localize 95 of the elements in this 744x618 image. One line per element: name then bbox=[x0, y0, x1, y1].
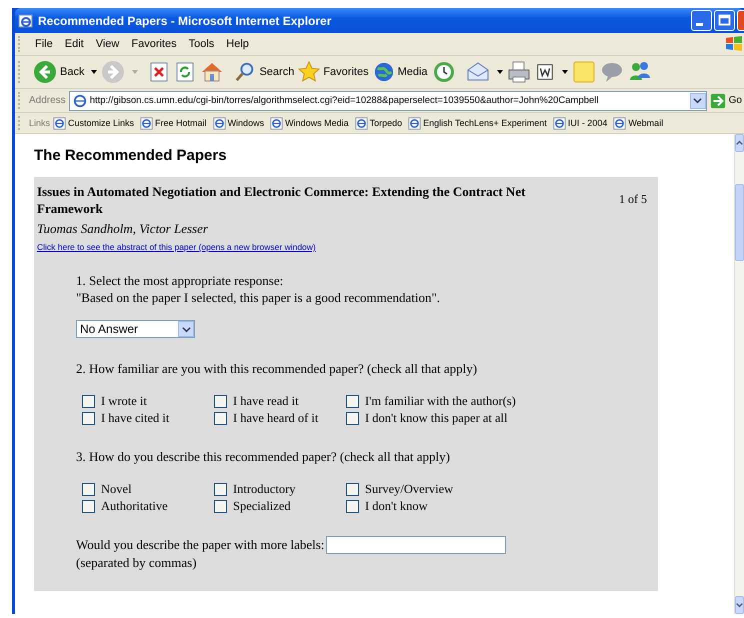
question-text: "Based on the paper I selected, this paper is a good recommendation". bbox=[76, 289, 442, 306]
document-icon bbox=[534, 62, 555, 82]
edit-button[interactable] bbox=[534, 62, 568, 82]
globe-icon bbox=[372, 61, 395, 83]
browser-icon bbox=[18, 12, 34, 28]
caret-icon bbox=[496, 70, 503, 74]
paper-title: Issues in Automated Negotiation and Electronic Commerce: Extending the Contract Net Framework bbox=[37, 183, 526, 217]
minimize-icon bbox=[696, 23, 702, 26]
links-label: Links bbox=[29, 118, 50, 128]
abstract-link[interactable]: Click here to see the abstract of this paper (opens a new browser window) bbox=[37, 242, 316, 252]
page-icon bbox=[270, 116, 284, 130]
link-item[interactable]: IUI - 2004 bbox=[552, 116, 608, 130]
page-icon bbox=[72, 94, 87, 108]
page-icon bbox=[613, 116, 626, 130]
checkbox[interactable] bbox=[346, 412, 359, 425]
address-label: Address bbox=[29, 95, 66, 106]
page-icon bbox=[408, 116, 422, 130]
checkbox[interactable] bbox=[346, 483, 359, 496]
media-button[interactable]: Media bbox=[372, 61, 428, 83]
checkbox[interactable] bbox=[82, 483, 95, 496]
checkbox[interactable] bbox=[82, 412, 95, 425]
checkbox-label: Survey/Overview bbox=[365, 482, 454, 497]
page-icon bbox=[140, 116, 154, 130]
caret-icon bbox=[132, 70, 138, 74]
printer-icon[interactable] bbox=[506, 60, 531, 84]
star-icon bbox=[298, 61, 320, 83]
link-item[interactable]: Torpedo bbox=[354, 116, 402, 130]
page-icon bbox=[354, 116, 368, 130]
favorites-button[interactable]: Favorites bbox=[298, 61, 369, 83]
checkbox-label: I wrote it bbox=[101, 394, 147, 409]
link-item[interactable]: Windows bbox=[212, 116, 264, 130]
chevron-down-icon bbox=[693, 96, 702, 105]
menu-item[interactable]: Edit bbox=[58, 38, 90, 50]
menu-item[interactable]: Help bbox=[220, 38, 255, 50]
menu-item[interactable]: File bbox=[29, 38, 59, 50]
checkbox-label: I'm familiar with the author(s) bbox=[365, 394, 516, 409]
checkbox[interactable] bbox=[214, 483, 227, 496]
back-button[interactable]: Back bbox=[33, 60, 98, 84]
checkbox[interactable] bbox=[346, 500, 359, 513]
scrollbar[interactable] bbox=[734, 134, 744, 614]
checkbox-label: Specialized bbox=[233, 499, 291, 514]
caret-icon bbox=[91, 70, 98, 74]
link-item[interactable]: Webmail bbox=[613, 116, 664, 130]
maximize-button[interactable] bbox=[714, 10, 735, 31]
address-field[interactable]: http://gibson.cs.umn.edu/cgi-bin/torres/algorithmselect.cgi?eid=10288&paperselect=1039550&author=John%20Campbell bbox=[68, 90, 707, 110]
page-icon bbox=[53, 116, 66, 130]
checkbox-label: Novel bbox=[101, 482, 132, 497]
field-label: Would you describe the paper with more labels: bbox=[76, 537, 324, 553]
minimize-button[interactable] bbox=[691, 10, 712, 31]
question-text: 2. How familiar are you with this recommended paper? (check all that apply) bbox=[76, 360, 478, 377]
page-icon bbox=[212, 116, 226, 130]
caret-icon bbox=[562, 70, 568, 74]
page-icon bbox=[552, 116, 566, 130]
checkbox[interactable] bbox=[346, 395, 359, 408]
scroll-down-icon bbox=[736, 601, 743, 609]
history-icon[interactable] bbox=[432, 60, 456, 84]
checkbox-label: I don't know bbox=[365, 499, 428, 514]
window-title: Recommended Papers - Microsoft Internet Explorer bbox=[38, 14, 332, 28]
link-item[interactable]: English TechLens+ Experiment bbox=[408, 116, 547, 130]
chevron-down-icon bbox=[182, 324, 190, 334]
stop-icon[interactable] bbox=[148, 61, 170, 83]
scroll-thumb[interactable] bbox=[735, 184, 744, 261]
question-text: 3. How do you describe this recommended paper? (check all that apply) bbox=[76, 448, 451, 465]
home-icon[interactable] bbox=[200, 60, 224, 84]
paper-authors: Tuomas Sandholm, Victor Lesser bbox=[37, 221, 209, 237]
page-heading: The Recommended Papers bbox=[34, 147, 228, 164]
go-button[interactable]: Go bbox=[710, 92, 742, 108]
menu-item[interactable]: View bbox=[90, 38, 126, 50]
labels-field[interactable] bbox=[326, 536, 506, 554]
checkbox-label: I have read it bbox=[233, 394, 299, 409]
checkbox-label: Authoritative bbox=[101, 499, 168, 514]
go-arrow-icon bbox=[710, 92, 726, 108]
link-item[interactable]: Windows Media bbox=[270, 116, 349, 130]
link-item[interactable]: Free Hotmail bbox=[140, 116, 207, 130]
checkbox[interactable] bbox=[82, 395, 95, 408]
checkbox[interactable] bbox=[214, 412, 227, 425]
checkbox-label: I have heard of it bbox=[233, 411, 318, 426]
dropdown-button[interactable] bbox=[690, 92, 706, 108]
menu-item[interactable]: Favorites bbox=[125, 38, 183, 50]
answer-dropdown[interactable]: No Answer bbox=[76, 320, 195, 338]
field-hint: (separated by commas) bbox=[76, 555, 198, 571]
checkbox[interactable] bbox=[82, 500, 95, 513]
paper-counter: 1 of 5 bbox=[619, 192, 647, 207]
windows-logo-icon bbox=[724, 34, 744, 54]
refresh-icon[interactable] bbox=[174, 61, 196, 83]
checkbox-label: I don't know this paper at all bbox=[365, 411, 508, 426]
checkbox-label: Introductory bbox=[233, 482, 296, 497]
link-item[interactable]: Customize Links bbox=[53, 116, 134, 130]
menu-item[interactable]: Tools bbox=[182, 38, 220, 50]
checkbox-label: I have cited it bbox=[101, 411, 170, 426]
search-button[interactable]: Search bbox=[234, 61, 294, 83]
scroll-up-icon bbox=[736, 139, 743, 147]
question-text: 1. Select the most appropriate response: bbox=[76, 272, 284, 289]
checkbox[interactable] bbox=[214, 395, 227, 408]
checkbox[interactable] bbox=[214, 500, 227, 513]
